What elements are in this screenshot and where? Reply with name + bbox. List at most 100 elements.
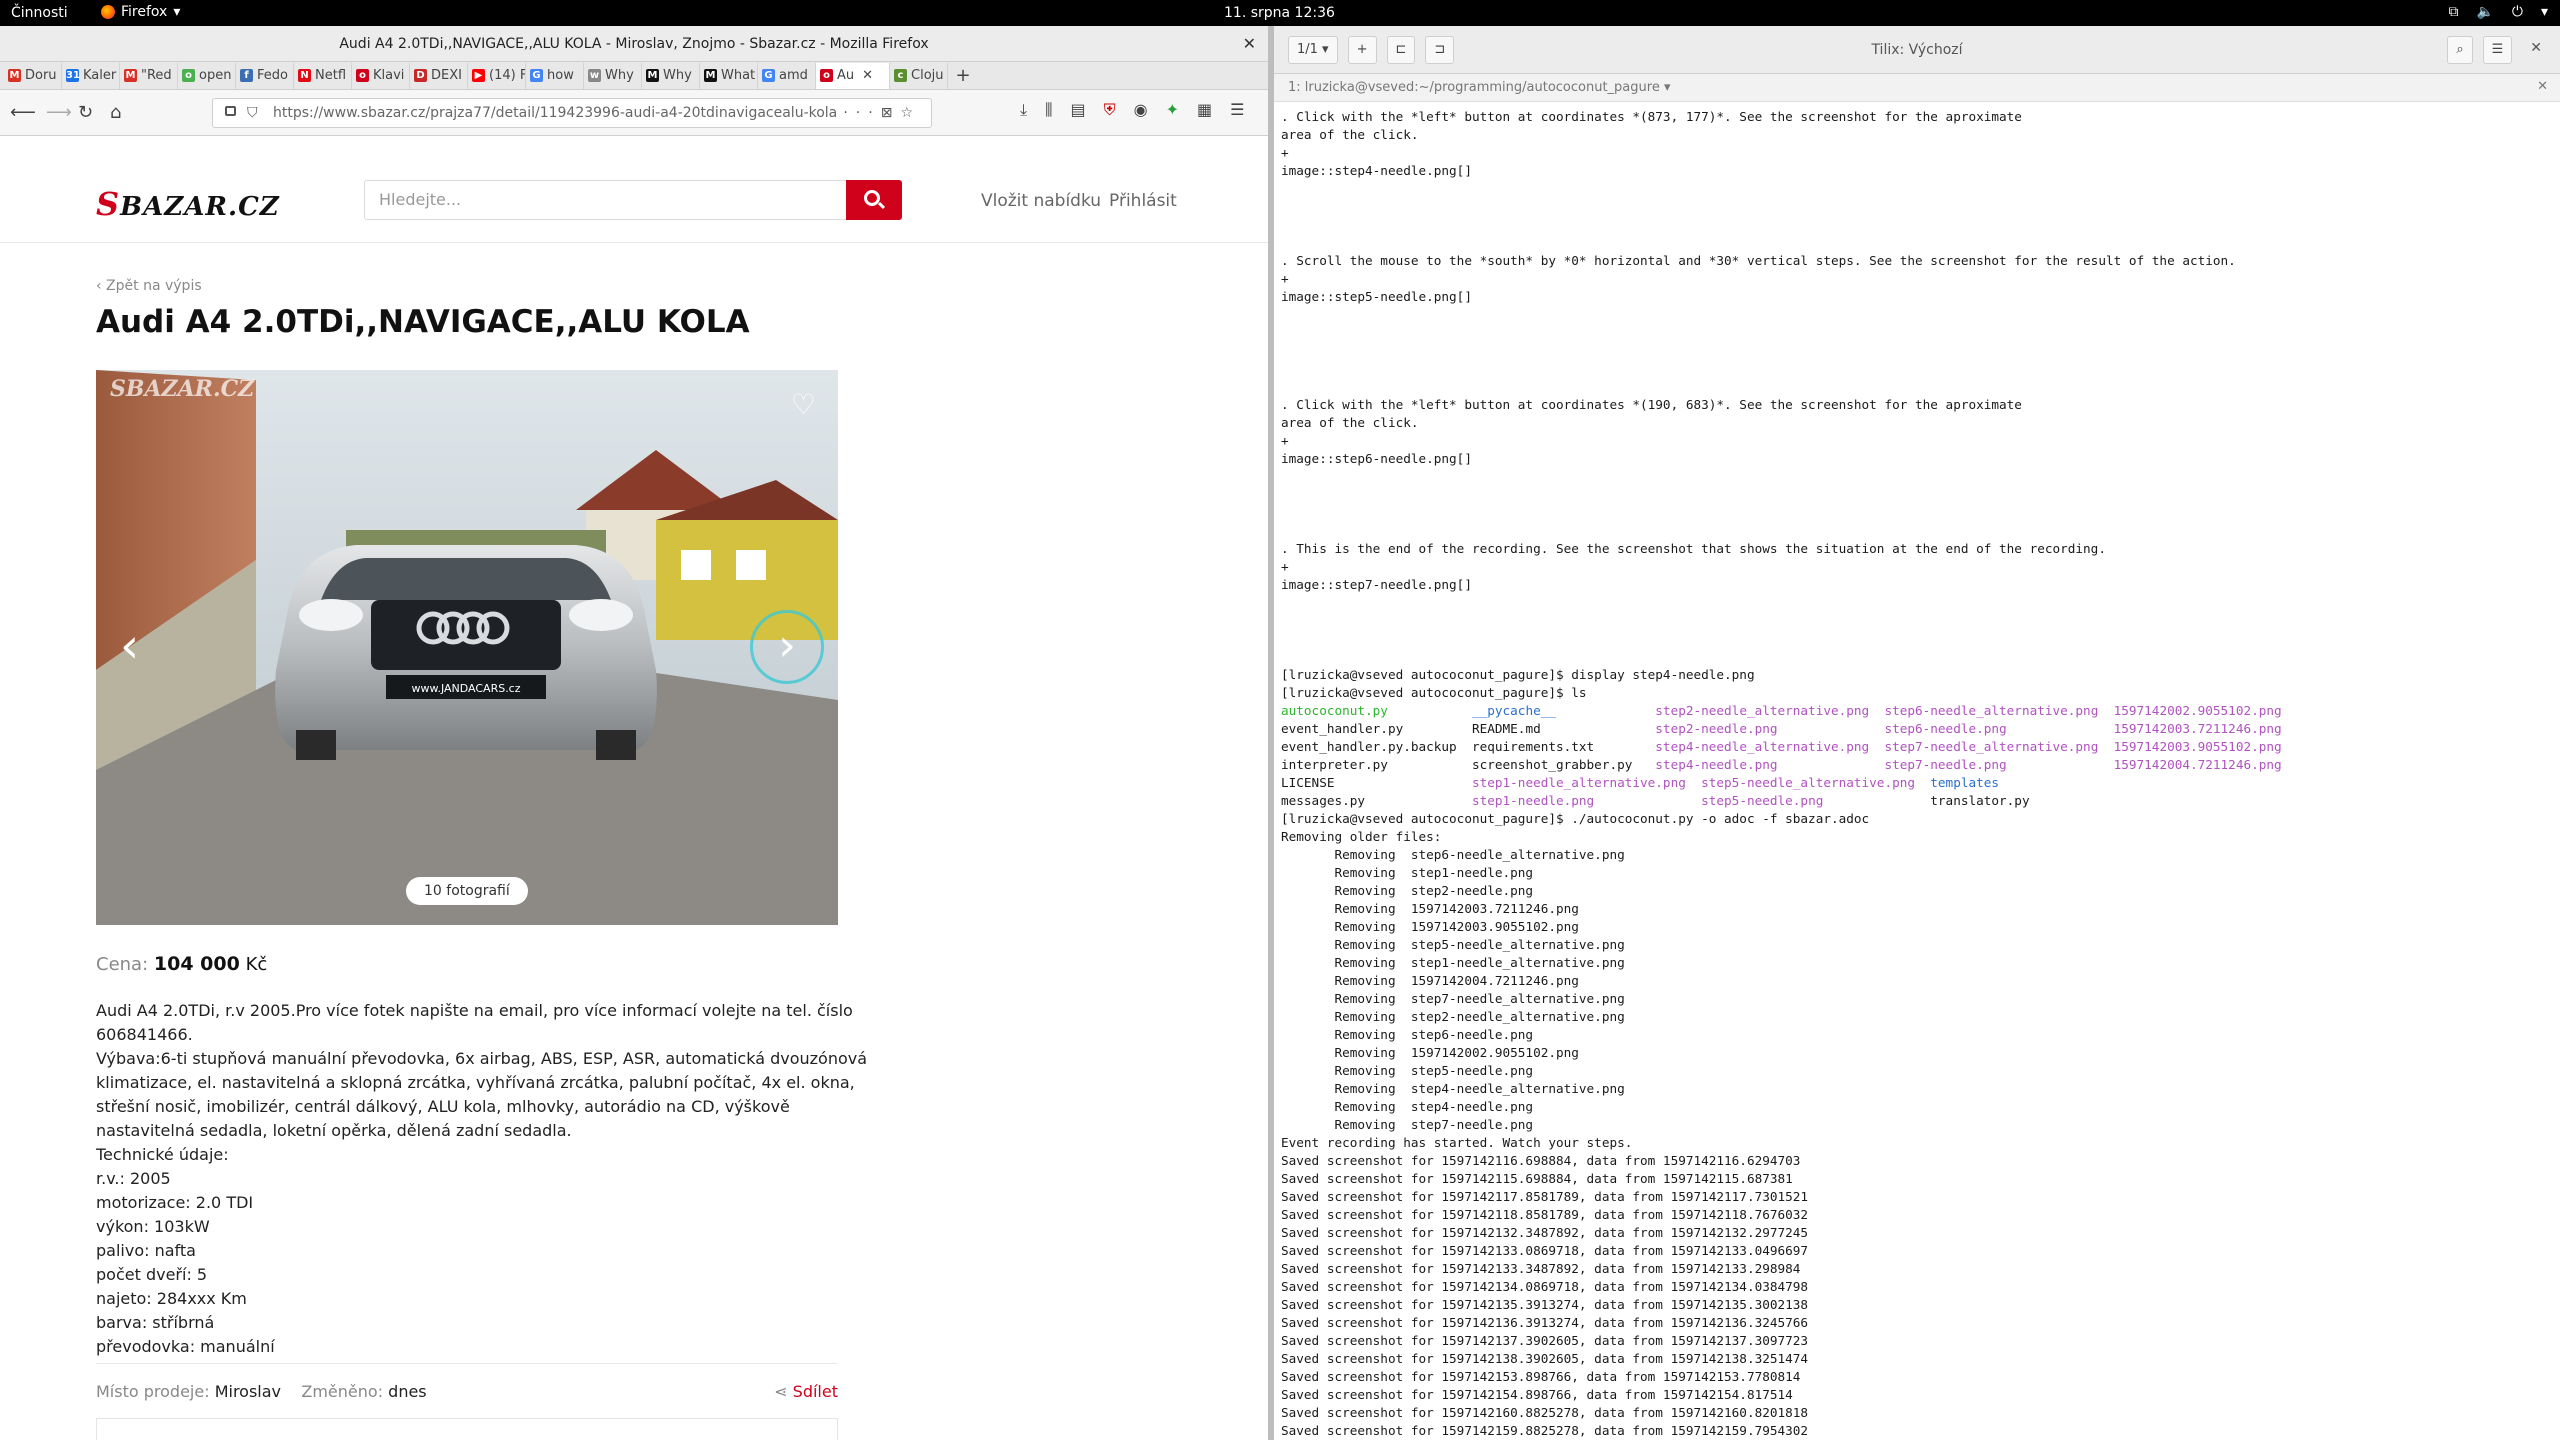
terminal-text: step2-needle_alternative.png	[1655, 703, 1885, 718]
hamburger-menu-icon[interactable]: ☰	[1230, 100, 1244, 120]
browser-tab[interactable]: 31 Kaler	[62, 62, 120, 89]
browser-tab[interactable]: M What	[700, 62, 758, 89]
terminal-output[interactable]: . Click with the *left* button at coordi…	[1281, 108, 2546, 1438]
previous-photo-icon[interactable]: ‹	[120, 618, 139, 674]
browser-tab[interactable]: o Au ✕	[816, 62, 890, 89]
next-photo-icon[interactable]: ›	[750, 610, 824, 684]
hamburger-menu-icon[interactable]: ☰	[2482, 36, 2513, 64]
tracking-shield-icon[interactable]: ⛉	[247, 99, 258, 127]
terminal-line: Saved screenshot for 1597142133.0869718,…	[1281, 1242, 2546, 1260]
tab-favicon-icon: o	[820, 69, 833, 82]
tilix-headerbar: 1/1 ▾ + ⊏ ⊐ Tilix: Výchozí ⌕ ☰ ✕	[1274, 26, 2560, 74]
terminal-text: Removing step2-needle_alternative.png	[1281, 1009, 1625, 1024]
terminal-text: Removing 1597142002.9055102.png	[1281, 1045, 1579, 1060]
description-line: najeto: 284xxx Km	[96, 1289, 247, 1308]
tab-favicon-icon: w	[588, 69, 601, 82]
search-button[interactable]	[846, 180, 902, 220]
tab-label: amd	[779, 68, 808, 83]
browser-tab[interactable]: M Why	[642, 62, 700, 89]
power-icon: ⏻	[2511, 4, 2523, 20]
description-line: Výbava:6-ti stupňová manuální převodovka…	[96, 1049, 868, 1068]
clock[interactable]: 11. srpna 12:36	[1224, 5, 1335, 21]
system-tray[interactable]: ⧉ 🔈 ⏻ ▾	[2448, 4, 2548, 20]
reload-icon[interactable]: ↻	[78, 102, 93, 123]
back-icon[interactable]: ⟵	[10, 102, 36, 123]
terminal-text: . This is the end of the recording. See …	[1281, 541, 2106, 556]
browser-tab[interactable]: o Klavi	[352, 62, 410, 89]
browser-tab[interactable]: w Why	[584, 62, 642, 89]
description-line: r.v.: 2005	[96, 1169, 171, 1188]
ublock-icon[interactable]: ⛨	[1104, 100, 1116, 120]
back-to-list-link[interactable]: ‹ Zpět na výpis	[96, 278, 202, 294]
terminal-line: event_handler.py.backup requirements.txt…	[1281, 738, 2546, 756]
terminal-text: Saved screenshot for 1597142136.3913274,…	[1281, 1315, 1809, 1330]
terminal-text: step6-needle_alternative.png	[1884, 703, 2114, 718]
terminal-line: Removing 1597142003.9055102.png	[1281, 918, 2546, 936]
webpage: SBAZAR.CZ Hledejte... Vložit nabídku Při…	[0, 163, 1268, 1440]
close-icon[interactable]: ✕	[2537, 79, 2548, 94]
browser-tab[interactable]: c Cloju	[890, 62, 948, 89]
share-button[interactable]: ⋖ Sdílet	[774, 1382, 838, 1401]
listing-photo[interactable]: www.JANDACARS.cz SBAZAR.CZ ♡ ‹ › 10 foto…	[96, 370, 838, 925]
terminal-text: Removing step5-needle.png	[1281, 1063, 1534, 1078]
browser-tab[interactable]: Gamd	[758, 62, 816, 89]
photo-count-badge[interactable]: 10 fotografií	[406, 877, 528, 905]
page-actions-icon[interactable]: ···⊠☆	[843, 99, 921, 127]
extension-icon[interactable]: ✦	[1166, 100, 1179, 120]
new-tab-icon[interactable]: +	[948, 65, 978, 86]
forward-icon[interactable]: ⟶	[46, 102, 72, 123]
terminal-text: step2-needle.png	[1655, 721, 1885, 736]
tab-favicon-icon: D	[414, 69, 427, 82]
browser-tab[interactable]: Ghow	[526, 62, 584, 89]
browser-tab[interactable]: D DEXI	[410, 62, 468, 89]
terminal-line: Saved screenshot for 1597142153.898766, …	[1281, 1368, 2546, 1386]
close-tab-icon[interactable]: ✕	[862, 68, 873, 83]
favorite-heart-icon[interactable]: ♡	[791, 388, 816, 421]
description-line: barva: stříbrná	[96, 1313, 215, 1332]
chevron-down-icon: ▾	[2540, 4, 2548, 20]
browser-tab[interactable]: M Doru	[4, 62, 62, 89]
browser-tab[interactable]: M "Red	[120, 62, 178, 89]
sidebar-icon[interactable]: ▤	[1070, 100, 1085, 120]
share-icon: ⋖	[774, 1382, 788, 1401]
tab-label: open	[199, 68, 232, 83]
browser-tab[interactable]: N Netfl	[294, 62, 352, 89]
terminal-line: Removing step6-needle.png	[1281, 1026, 2546, 1044]
terminal-text: Removing older files:	[1281, 829, 1442, 844]
share-label: Sdílet	[792, 1382, 838, 1401]
terminal-line: +	[1281, 144, 2546, 162]
post-offer-link[interactable]: Vložit nabídku	[981, 191, 1101, 211]
tab-label: (14) F	[489, 68, 526, 83]
url-bar[interactable]: ⛉ https://www.sbazar.cz/prajza77/detail/1…	[212, 98, 932, 128]
terminal-text: Saved screenshot for 1597142134.0869718,…	[1281, 1279, 1809, 1294]
browser-tab[interactable]: o open	[178, 62, 236, 89]
library-icon[interactable]: ⫼	[1045, 100, 1052, 120]
terminal-text: Removing 1597142003.7211246.png	[1281, 901, 1579, 916]
home-icon[interactable]: ⌂	[110, 102, 121, 123]
download-icon[interactable]: ⤓	[1020, 100, 1027, 120]
terminal-text: Removing step4-needle_alternative.png	[1281, 1081, 1625, 1096]
browser-tab[interactable]: ▶ (14) F	[468, 62, 526, 89]
search-input[interactable]: Hledejte...	[364, 180, 902, 220]
terminal-text: Saved screenshot for 1597142159.8825278,…	[1281, 1423, 1809, 1438]
description-line: nastavitelná sedadla, loketní opěrka, dě…	[96, 1121, 572, 1140]
app-menu[interactable]: Firefox ▾	[101, 4, 180, 20]
seller-card	[96, 1418, 838, 1440]
tilix-window: 1/1 ▾ + ⊏ ⊐ Tilix: Výchozí ⌕ ☰ ✕ 1: lruzicka@…	[1274, 26, 2560, 1440]
login-link[interactable]: Přihlásit	[1109, 191, 1177, 211]
terminal-text: Removing step7-needle.png	[1281, 1117, 1534, 1132]
terminal-line: Removing step5-needle_alternative.png	[1281, 936, 2546, 954]
activities-button[interactable]: Činnosti	[11, 5, 68, 21]
grid-icon[interactable]: ▦	[1197, 100, 1212, 120]
close-icon[interactable]: ✕	[1243, 34, 1256, 53]
terminal-text: image::step4-needle.png[]	[1281, 163, 1472, 178]
browser-tab[interactable]: f Fedo	[236, 62, 294, 89]
navigation-toolbar: ⟵ ⟶ ↻ ⌂ ⛉ https://www.sbazar.cz/prajza77/…	[0, 90, 1268, 136]
terminal-text: step6-needle.png	[1884, 721, 2114, 736]
window-title: Audi A4 2.0TDi,,NAVIGACE,,ALU KOLA - Mir…	[339, 36, 929, 52]
sbazar-logo[interactable]: SBAZAR.CZ	[96, 185, 280, 223]
account-icon[interactable]: ◉	[1134, 100, 1148, 120]
search-icon[interactable]: ⌕	[2447, 36, 2473, 64]
close-icon[interactable]: ✕	[2522, 36, 2550, 64]
